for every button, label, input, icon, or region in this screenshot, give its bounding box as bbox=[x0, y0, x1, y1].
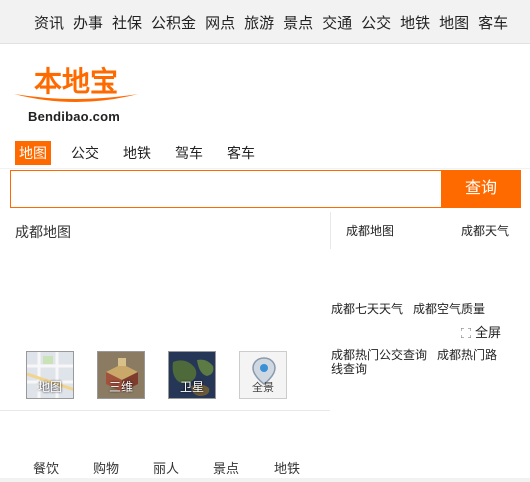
top-nav-item-attractions[interactable]: 景点 bbox=[283, 12, 313, 33]
map-type-panorama[interactable]: 全景 bbox=[239, 351, 287, 399]
top-nav-item-housing-fund[interactable]: 公积金 bbox=[151, 12, 196, 33]
expand-icon bbox=[461, 328, 471, 338]
page-title: 成都地图 bbox=[15, 224, 71, 240]
search-button[interactable]: 查询 bbox=[441, 170, 521, 208]
map-panel bbox=[0, 208, 330, 482]
search-input[interactable] bbox=[11, 171, 441, 207]
poi-category-metro[interactable]: 地铁 bbox=[274, 458, 300, 477]
tab-map[interactable]: 地图 bbox=[15, 141, 51, 165]
tab-bus[interactable]: 公交 bbox=[71, 141, 99, 165]
top-nav-item-travel[interactable]: 旅游 bbox=[244, 12, 274, 33]
map-type-panorama-label: 全景 bbox=[252, 382, 274, 394]
link-air-quality[interactable]: 成都空气质量 bbox=[413, 300, 485, 317]
logo-chinese-text: 本地宝 bbox=[34, 65, 118, 98]
link-city-map[interactable]: 成都地图 bbox=[346, 222, 394, 239]
tab-coach[interactable]: 客车 bbox=[227, 141, 255, 165]
link-city-weather[interactable]: 成都天气 bbox=[461, 222, 509, 239]
poi-category-beauty[interactable]: 丽人 bbox=[153, 458, 179, 477]
top-nav-item-services[interactable]: 办事 bbox=[73, 12, 103, 33]
map-type-satellite[interactable]: 卫星 bbox=[168, 351, 216, 399]
top-nav-item-bus[interactable]: 公交 bbox=[361, 12, 391, 33]
poi-category-attractions[interactable]: 景点 bbox=[213, 458, 239, 477]
tab-drive[interactable]: 驾车 bbox=[175, 141, 203, 165]
bottom-bar bbox=[0, 478, 530, 482]
top-nav-item-traffic[interactable]: 交通 bbox=[322, 12, 352, 33]
map-type-map-label: 地图 bbox=[37, 380, 62, 394]
link-hot-bus-query[interactable]: 成都热门公交查询 bbox=[331, 348, 427, 362]
hot-links: 成都热门公交查询 成都热门路线查询 bbox=[331, 348, 507, 376]
tab-bar: 地图 公交 地铁 驾车 客车 bbox=[0, 139, 530, 169]
search-box bbox=[10, 170, 441, 208]
logo-wordmark: Bendibao.com bbox=[28, 109, 120, 124]
link-seven-day-weather[interactable]: 成都七天天气 bbox=[331, 300, 403, 317]
top-nav-item-social-security[interactable]: 社保 bbox=[112, 12, 142, 33]
fullscreen-label: 全屏 bbox=[475, 325, 502, 340]
map-type-satellite-label: 卫星 bbox=[179, 380, 204, 394]
map-type-map[interactable]: 地图 bbox=[26, 351, 74, 399]
top-nav-items: 资讯 办事 社保 公积金 网点 旅游 景点 交通 公交 地铁 地图 客车 bbox=[34, 12, 517, 33]
top-nav: 资讯 办事 社保 公积金 网点 旅游 景点 交通 公交 地铁 地图 客车 bbox=[0, 0, 530, 44]
top-nav-item-metro[interactable]: 地铁 bbox=[400, 12, 430, 33]
poi-category-shopping[interactable]: 购物 bbox=[93, 458, 119, 477]
section-divider bbox=[0, 410, 330, 411]
top-nav-item-outlets[interactable]: 网点 bbox=[205, 12, 235, 33]
column-divider bbox=[330, 212, 331, 249]
top-nav-item-map[interactable]: 地图 bbox=[439, 12, 469, 33]
poi-category-dining[interactable]: 餐饮 bbox=[33, 458, 59, 477]
map-type-3d[interactable]: 三维 bbox=[97, 351, 145, 399]
tab-metro[interactable]: 地铁 bbox=[123, 141, 151, 165]
map-type-3d-label: 三维 bbox=[108, 380, 133, 394]
logo-mark-icon: 本地宝 bbox=[14, 65, 138, 102]
top-nav-item-news[interactable]: 资讯 bbox=[34, 12, 64, 33]
top-nav-item-coach[interactable]: 客车 bbox=[478, 12, 508, 33]
site-logo[interactable]: 本地宝 Bendibao.com bbox=[12, 64, 142, 126]
fullscreen-button[interactable]: 全屏 bbox=[461, 322, 501, 341]
